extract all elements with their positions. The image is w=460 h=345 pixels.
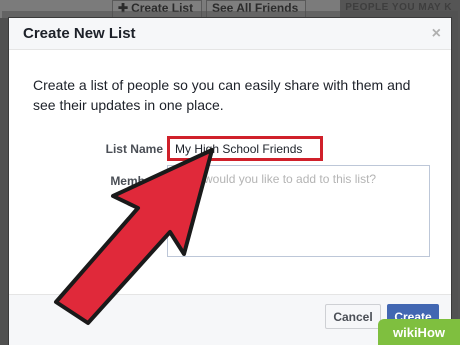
background-create-list-link: ✚ Create List xyxy=(118,1,194,15)
background-side-header: PEOPLE YOU MAY K xyxy=(345,2,452,13)
dialog-description: Create a list of people so you can easil… xyxy=(33,77,411,113)
wikihow-watermark: wikiHow xyxy=(378,319,460,345)
list-name-label: List Name xyxy=(105,142,163,156)
create-list-dialog: Create New List × Create a list of peopl… xyxy=(8,17,452,345)
plus-icon: ✚ xyxy=(118,1,129,15)
members-input[interactable] xyxy=(167,165,430,257)
dialog-title: Create New List xyxy=(23,25,136,42)
background-see-all-friends-link: See All Friends xyxy=(212,1,299,15)
members-label: Members xyxy=(110,174,163,188)
cancel-button[interactable]: Cancel xyxy=(325,304,381,329)
close-icon[interactable]: × xyxy=(432,25,441,43)
list-name-input[interactable] xyxy=(167,136,323,161)
dialog-header: Create New List × xyxy=(9,18,451,50)
